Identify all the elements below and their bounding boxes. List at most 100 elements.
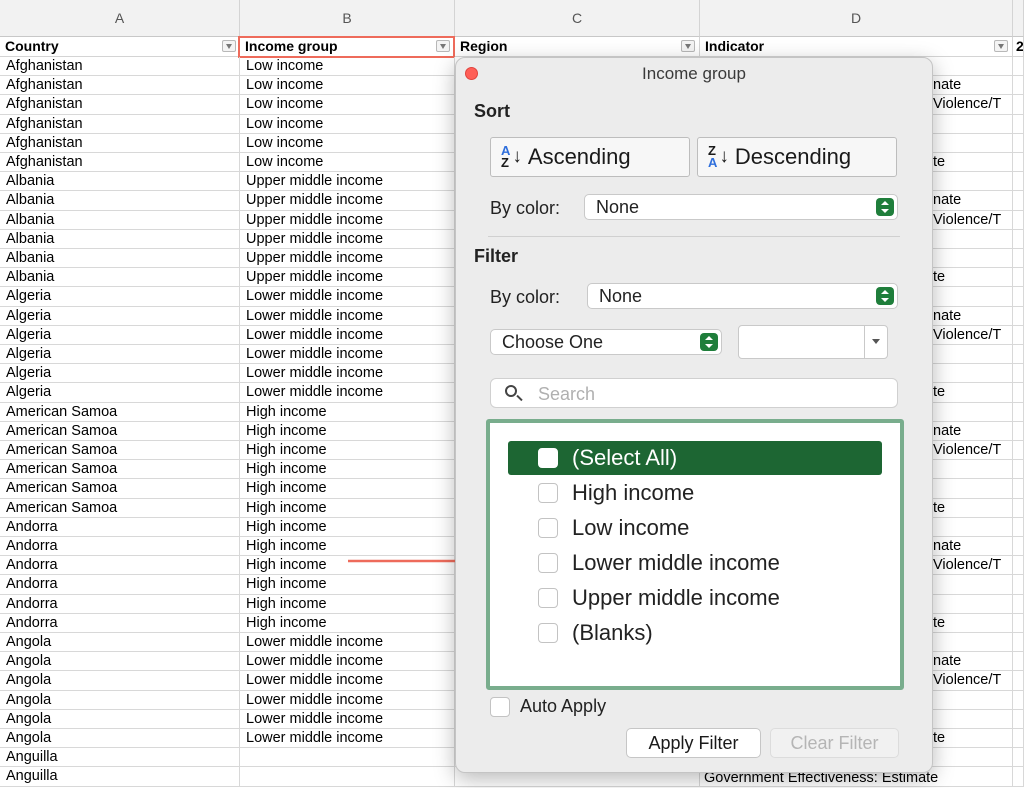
next-cell[interactable] bbox=[1013, 345, 1024, 365]
income-group-cell[interactable]: Lower middle income bbox=[240, 690, 455, 710]
country-cell[interactable]: Angola bbox=[0, 671, 240, 691]
country-cell[interactable]: Andorra bbox=[0, 537, 240, 557]
income-group-cell[interactable]: High income bbox=[240, 613, 455, 633]
country-cell[interactable]: Andorra bbox=[0, 517, 240, 537]
country-cell[interactable]: American Samoa bbox=[0, 479, 240, 499]
header-cell-next[interactable]: 2 bbox=[1013, 37, 1024, 57]
country-cell[interactable]: American Samoa bbox=[0, 498, 240, 518]
next-cell[interactable] bbox=[1013, 172, 1024, 192]
income-group-cell[interactable] bbox=[240, 748, 455, 768]
header-cell-region[interactable]: Region bbox=[455, 37, 700, 57]
header-cell-country[interactable]: Country bbox=[0, 37, 240, 57]
sort-descending-button[interactable]: ZA ↓ Descending bbox=[697, 137, 897, 177]
next-cell[interactable] bbox=[1013, 537, 1024, 557]
filter-dropdown-icon[interactable] bbox=[222, 40, 236, 52]
upper-middle-income-item[interactable]: Upper middle income bbox=[508, 581, 882, 615]
income-group-cell[interactable] bbox=[240, 767, 455, 787]
filter-dropdown-icon[interactable] bbox=[681, 40, 695, 52]
country-cell[interactable]: Algeria bbox=[0, 306, 240, 326]
next-cell[interactable] bbox=[1013, 210, 1024, 230]
income-group-cell[interactable]: Lower middle income bbox=[240, 325, 455, 345]
income-group-cell[interactable]: High income bbox=[240, 575, 455, 595]
next-cell[interactable] bbox=[1013, 287, 1024, 307]
income-group-cell[interactable]: High income bbox=[240, 498, 455, 518]
country-cell[interactable]: Algeria bbox=[0, 287, 240, 307]
income-group-cell[interactable]: Lower middle income bbox=[240, 364, 455, 384]
income-group-cell[interactable]: High income bbox=[240, 460, 455, 480]
income-group-cell[interactable]: Upper middle income bbox=[240, 268, 455, 288]
next-cell[interactable] bbox=[1013, 729, 1024, 749]
checkbox[interactable] bbox=[490, 696, 510, 717]
condition-value-combo[interactable] bbox=[738, 325, 888, 359]
next-cell[interactable] bbox=[1013, 76, 1024, 96]
income-group-cell[interactable]: High income bbox=[240, 594, 455, 614]
income-group-cell[interactable]: High income bbox=[240, 517, 455, 537]
column-header-e[interactable] bbox=[1013, 0, 1024, 37]
clear-filter-button[interactable]: Clear Filter bbox=[770, 728, 899, 758]
column-header-a[interactable]: A bbox=[0, 0, 240, 37]
country-cell[interactable]: Afghanistan bbox=[0, 76, 240, 96]
checkbox[interactable] bbox=[538, 448, 558, 468]
income-group-cell[interactable]: Upper middle income bbox=[240, 210, 455, 230]
income-group-cell[interactable]: Low income bbox=[240, 133, 455, 153]
income-group-cell[interactable]: Lower middle income bbox=[240, 383, 455, 403]
country-cell[interactable]: Afghanistan bbox=[0, 95, 240, 115]
next-cell[interactable] bbox=[1013, 575, 1024, 595]
country-cell[interactable]: Algeria bbox=[0, 325, 240, 345]
next-cell[interactable] bbox=[1013, 402, 1024, 422]
income-group-cell[interactable]: Lower middle income bbox=[240, 345, 455, 365]
country-cell[interactable]: Algeria bbox=[0, 383, 240, 403]
column-header-b[interactable]: B bbox=[240, 0, 455, 37]
low-income-item[interactable]: Low income bbox=[508, 511, 882, 545]
sort-color-select[interactable]: None bbox=[584, 194, 898, 220]
next-cell[interactable] bbox=[1013, 153, 1024, 173]
income-group-cell[interactable]: Low income bbox=[240, 76, 455, 96]
country-cell[interactable]: Albania bbox=[0, 172, 240, 192]
country-cell[interactable]: Andorra bbox=[0, 613, 240, 633]
country-cell[interactable]: Andorra bbox=[0, 556, 240, 576]
next-cell[interactable] bbox=[1013, 652, 1024, 672]
country-cell[interactable]: Andorra bbox=[0, 575, 240, 595]
checkbox[interactable] bbox=[538, 553, 558, 573]
country-cell[interactable]: Afghanistan bbox=[0, 57, 240, 77]
income-group-cell[interactable]: Lower middle income bbox=[240, 633, 455, 653]
next-cell[interactable] bbox=[1013, 229, 1024, 249]
filter-dropdown-icon[interactable] bbox=[994, 40, 1008, 52]
country-cell[interactable]: Angola bbox=[0, 652, 240, 672]
country-cell[interactable]: Angola bbox=[0, 709, 240, 729]
next-cell[interactable] bbox=[1013, 498, 1024, 518]
country-cell[interactable]: Afghanistan bbox=[0, 114, 240, 134]
income-group-cell[interactable]: Lower middle income bbox=[240, 287, 455, 307]
next-cell[interactable] bbox=[1013, 249, 1024, 269]
next-cell[interactable] bbox=[1013, 306, 1024, 326]
header-cell-indicator[interactable]: Indicator bbox=[700, 37, 1013, 57]
condition-select[interactable]: Choose One bbox=[490, 329, 722, 355]
next-cell[interactable] bbox=[1013, 191, 1024, 211]
country-cell[interactable]: Afghanistan bbox=[0, 133, 240, 153]
country-cell[interactable]: Anguilla bbox=[0, 748, 240, 768]
income-group-cell[interactable]: High income bbox=[240, 421, 455, 441]
next-cell[interactable] bbox=[1013, 57, 1024, 77]
column-header-c[interactable]: C bbox=[455, 0, 700, 37]
next-cell[interactable] bbox=[1013, 383, 1024, 403]
income-group-cell[interactable]: Low income bbox=[240, 153, 455, 173]
country-cell[interactable]: American Samoa bbox=[0, 441, 240, 461]
sort-ascending-button[interactable]: AZ ↓ Ascending bbox=[490, 137, 690, 177]
country-cell[interactable]: American Samoa bbox=[0, 402, 240, 422]
select-all-item[interactable]: (Select All) bbox=[508, 441, 882, 475]
next-cell[interactable] bbox=[1013, 613, 1024, 633]
next-cell[interactable] bbox=[1013, 460, 1024, 480]
next-cell[interactable] bbox=[1013, 95, 1024, 115]
income-group-cell[interactable]: Upper middle income bbox=[240, 172, 455, 192]
next-cell[interactable] bbox=[1013, 421, 1024, 441]
income-group-cell[interactable]: Upper middle income bbox=[240, 191, 455, 211]
income-group-cell[interactable]: Lower middle income bbox=[240, 306, 455, 326]
next-cell[interactable] bbox=[1013, 748, 1024, 768]
filter-color-select[interactable]: None bbox=[587, 283, 898, 309]
country-cell[interactable]: American Samoa bbox=[0, 421, 240, 441]
next-cell[interactable] bbox=[1013, 690, 1024, 710]
income-group-cell[interactable]: Low income bbox=[240, 114, 455, 134]
income-group-cell[interactable]: High income bbox=[240, 402, 455, 422]
next-cell[interactable] bbox=[1013, 325, 1024, 345]
search-field[interactable] bbox=[490, 378, 898, 408]
